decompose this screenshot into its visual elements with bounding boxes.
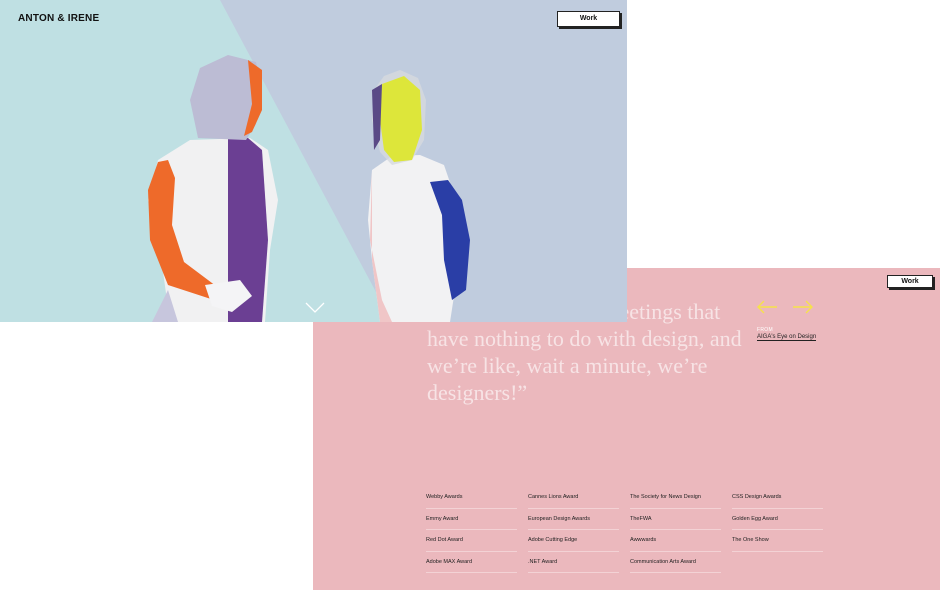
award-item[interactable]: Awwwards [630, 530, 721, 552]
awards-list: Webby Awards Cannes Lions Award The Soci… [426, 487, 830, 573]
arrow-right-icon[interactable] [792, 300, 814, 314]
quote-source-link[interactable]: AIGA's Eye on Design [757, 334, 817, 341]
work-button[interactable]: Work [557, 11, 620, 27]
award-item[interactable]: Adobe Cutting Edge [528, 530, 619, 552]
award-item[interactable]: European Design Awards [528, 509, 619, 530]
hero-photo [0, 0, 627, 322]
award-item[interactable]: TheFWA [630, 509, 721, 530]
chevron-down-icon[interactable] [305, 302, 325, 313]
award-item[interactable]: CSS Design Awards [732, 487, 823, 509]
award-item[interactable]: The One Show [732, 530, 823, 552]
award-item[interactable]: Cannes Lions Award [528, 487, 619, 509]
award-item[interactable]: Communication Arts Award [630, 552, 721, 573]
hero-screen: ANTON & IRENE Work [0, 0, 627, 322]
award-item-empty [732, 552, 823, 574]
award-item[interactable]: .NET Award [528, 552, 619, 573]
brand-logo[interactable]: ANTON & IRENE [18, 13, 99, 24]
work-button[interactable]: Work [887, 275, 933, 288]
quote-source-label: FROM [757, 327, 773, 333]
arrow-left-icon[interactable] [756, 300, 778, 314]
award-item[interactable]: Adobe MAX Award [426, 552, 517, 573]
award-item[interactable]: Golden Egg Award [732, 509, 823, 530]
award-item[interactable]: Red Dot Award [426, 530, 517, 552]
award-item[interactable]: The Society for News Design [630, 487, 721, 509]
award-item[interactable]: Emmy Award [426, 509, 517, 530]
award-item[interactable]: Webby Awards [426, 487, 517, 509]
